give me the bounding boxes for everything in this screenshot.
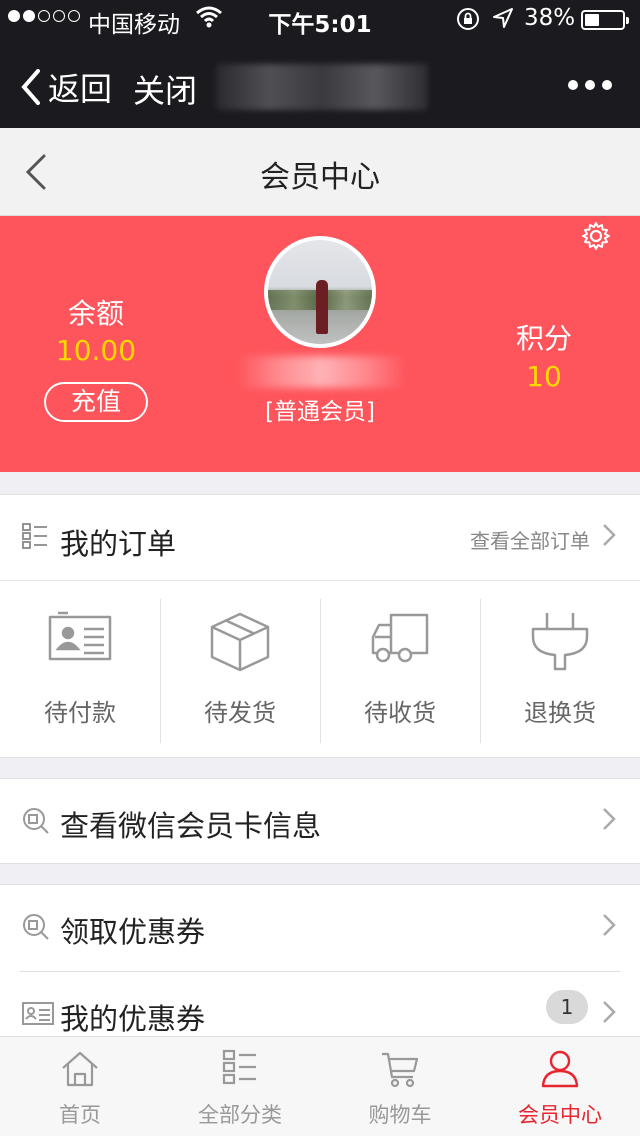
back-label: 返回	[48, 70, 113, 108]
points-value: 10	[526, 360, 562, 393]
member-profile-banner: 余额 10.00 充值 [普通会员] 积分 10	[0, 216, 640, 472]
category-icon	[160, 1049, 320, 1085]
get-coupons-row[interactable]: 领取优惠券	[0, 885, 640, 971]
blurred-username	[236, 356, 406, 388]
balance-label: 余额	[67, 297, 124, 330]
status-label: 待付款	[44, 699, 116, 727]
coupons-section: 领取优惠券 我的优惠券 1	[0, 884, 640, 1044]
list-icon	[22, 523, 48, 553]
chevron-right-icon	[602, 1000, 616, 1028]
get-coupons-label: 领取优惠券	[60, 915, 206, 949]
id-card-icon	[0, 611, 160, 663]
tab-cart[interactable]: 购物车	[320, 1037, 480, 1136]
user-icon	[480, 1049, 640, 1089]
status-label: 待收货	[364, 699, 436, 727]
order-status-awaiting-receipt[interactable]: 待收货	[320, 581, 480, 757]
coupon-search-icon	[22, 913, 50, 945]
chevron-left-icon	[21, 69, 40, 105]
my-coupons-label: 我的优惠券	[60, 1002, 206, 1036]
tab-label: 首页	[59, 1103, 101, 1127]
plug-icon	[480, 611, 640, 673]
my-orders-row[interactable]: 我的订单 查看全部订单	[0, 495, 640, 581]
order-status-returns[interactable]: 退换货	[480, 581, 640, 757]
battery-icon	[581, 10, 629, 30]
home-icon	[0, 1049, 160, 1089]
view-wechat-card-label: 查看微信会员卡信息	[60, 809, 322, 843]
truck-icon	[320, 611, 480, 667]
more-options-icon[interactable]	[568, 80, 612, 90]
chevron-right-icon	[602, 913, 616, 941]
location-icon	[492, 7, 514, 35]
order-status-awaiting-shipment[interactable]: 待发货	[160, 581, 320, 757]
chevron-right-icon	[602, 523, 616, 551]
cart-icon	[320, 1049, 480, 1089]
battery-percent: 38%	[524, 5, 576, 31]
blurred-page-title	[216, 64, 428, 110]
tab-home[interactable]: 首页	[0, 1037, 160, 1136]
card-search-icon	[22, 807, 50, 839]
box-icon	[160, 611, 320, 673]
tab-label: 会员中心	[518, 1103, 602, 1127]
my-orders-section: 我的订单 查看全部订单 待付款 待发货 待收货 退换货	[0, 494, 640, 758]
chevron-right-icon	[602, 807, 616, 835]
settings-gear-icon[interactable]	[580, 220, 612, 256]
tab-label: 购物车	[368, 1103, 432, 1127]
close-button[interactable]: 关闭	[133, 66, 197, 112]
points-label: 积分	[515, 322, 572, 355]
back-button[interactable]: 返回	[20, 64, 112, 110]
tab-all-categories[interactable]: 全部分类	[160, 1037, 320, 1136]
coupon-card-icon	[22, 1000, 54, 1030]
coupon-count-badge: 1	[546, 990, 588, 1024]
status-label: 待发货	[204, 699, 276, 727]
tab-label: 全部分类	[198, 1103, 282, 1127]
avatar[interactable]	[264, 236, 376, 348]
member-level: [普通会员]	[265, 399, 375, 425]
status-label: 退换货	[524, 699, 596, 727]
view-all-orders-link[interactable]: 查看全部订单	[470, 525, 590, 554]
page-title: 会员中心	[260, 160, 380, 195]
bottom-tab-bar: 首页 全部分类 购物车 会员中心	[0, 1036, 640, 1136]
wechat-card-section: 查看微信会员卡信息	[0, 778, 640, 864]
status-bar: 中国移动 下午5:01 38%	[0, 0, 640, 40]
rotation-lock-icon	[456, 7, 480, 37]
my-orders-label: 我的订单	[60, 527, 177, 561]
order-status-pending-payment[interactable]: 待付款	[0, 581, 160, 757]
tab-member-center[interactable]: 会员中心	[480, 1037, 640, 1136]
balance-value: 10.00	[55, 334, 137, 367]
view-wechat-card-row[interactable]: 查看微信会员卡信息	[0, 779, 640, 865]
page-header: 会员中心	[0, 128, 640, 216]
wechat-nav-bar: 返回 关闭	[0, 40, 640, 128]
